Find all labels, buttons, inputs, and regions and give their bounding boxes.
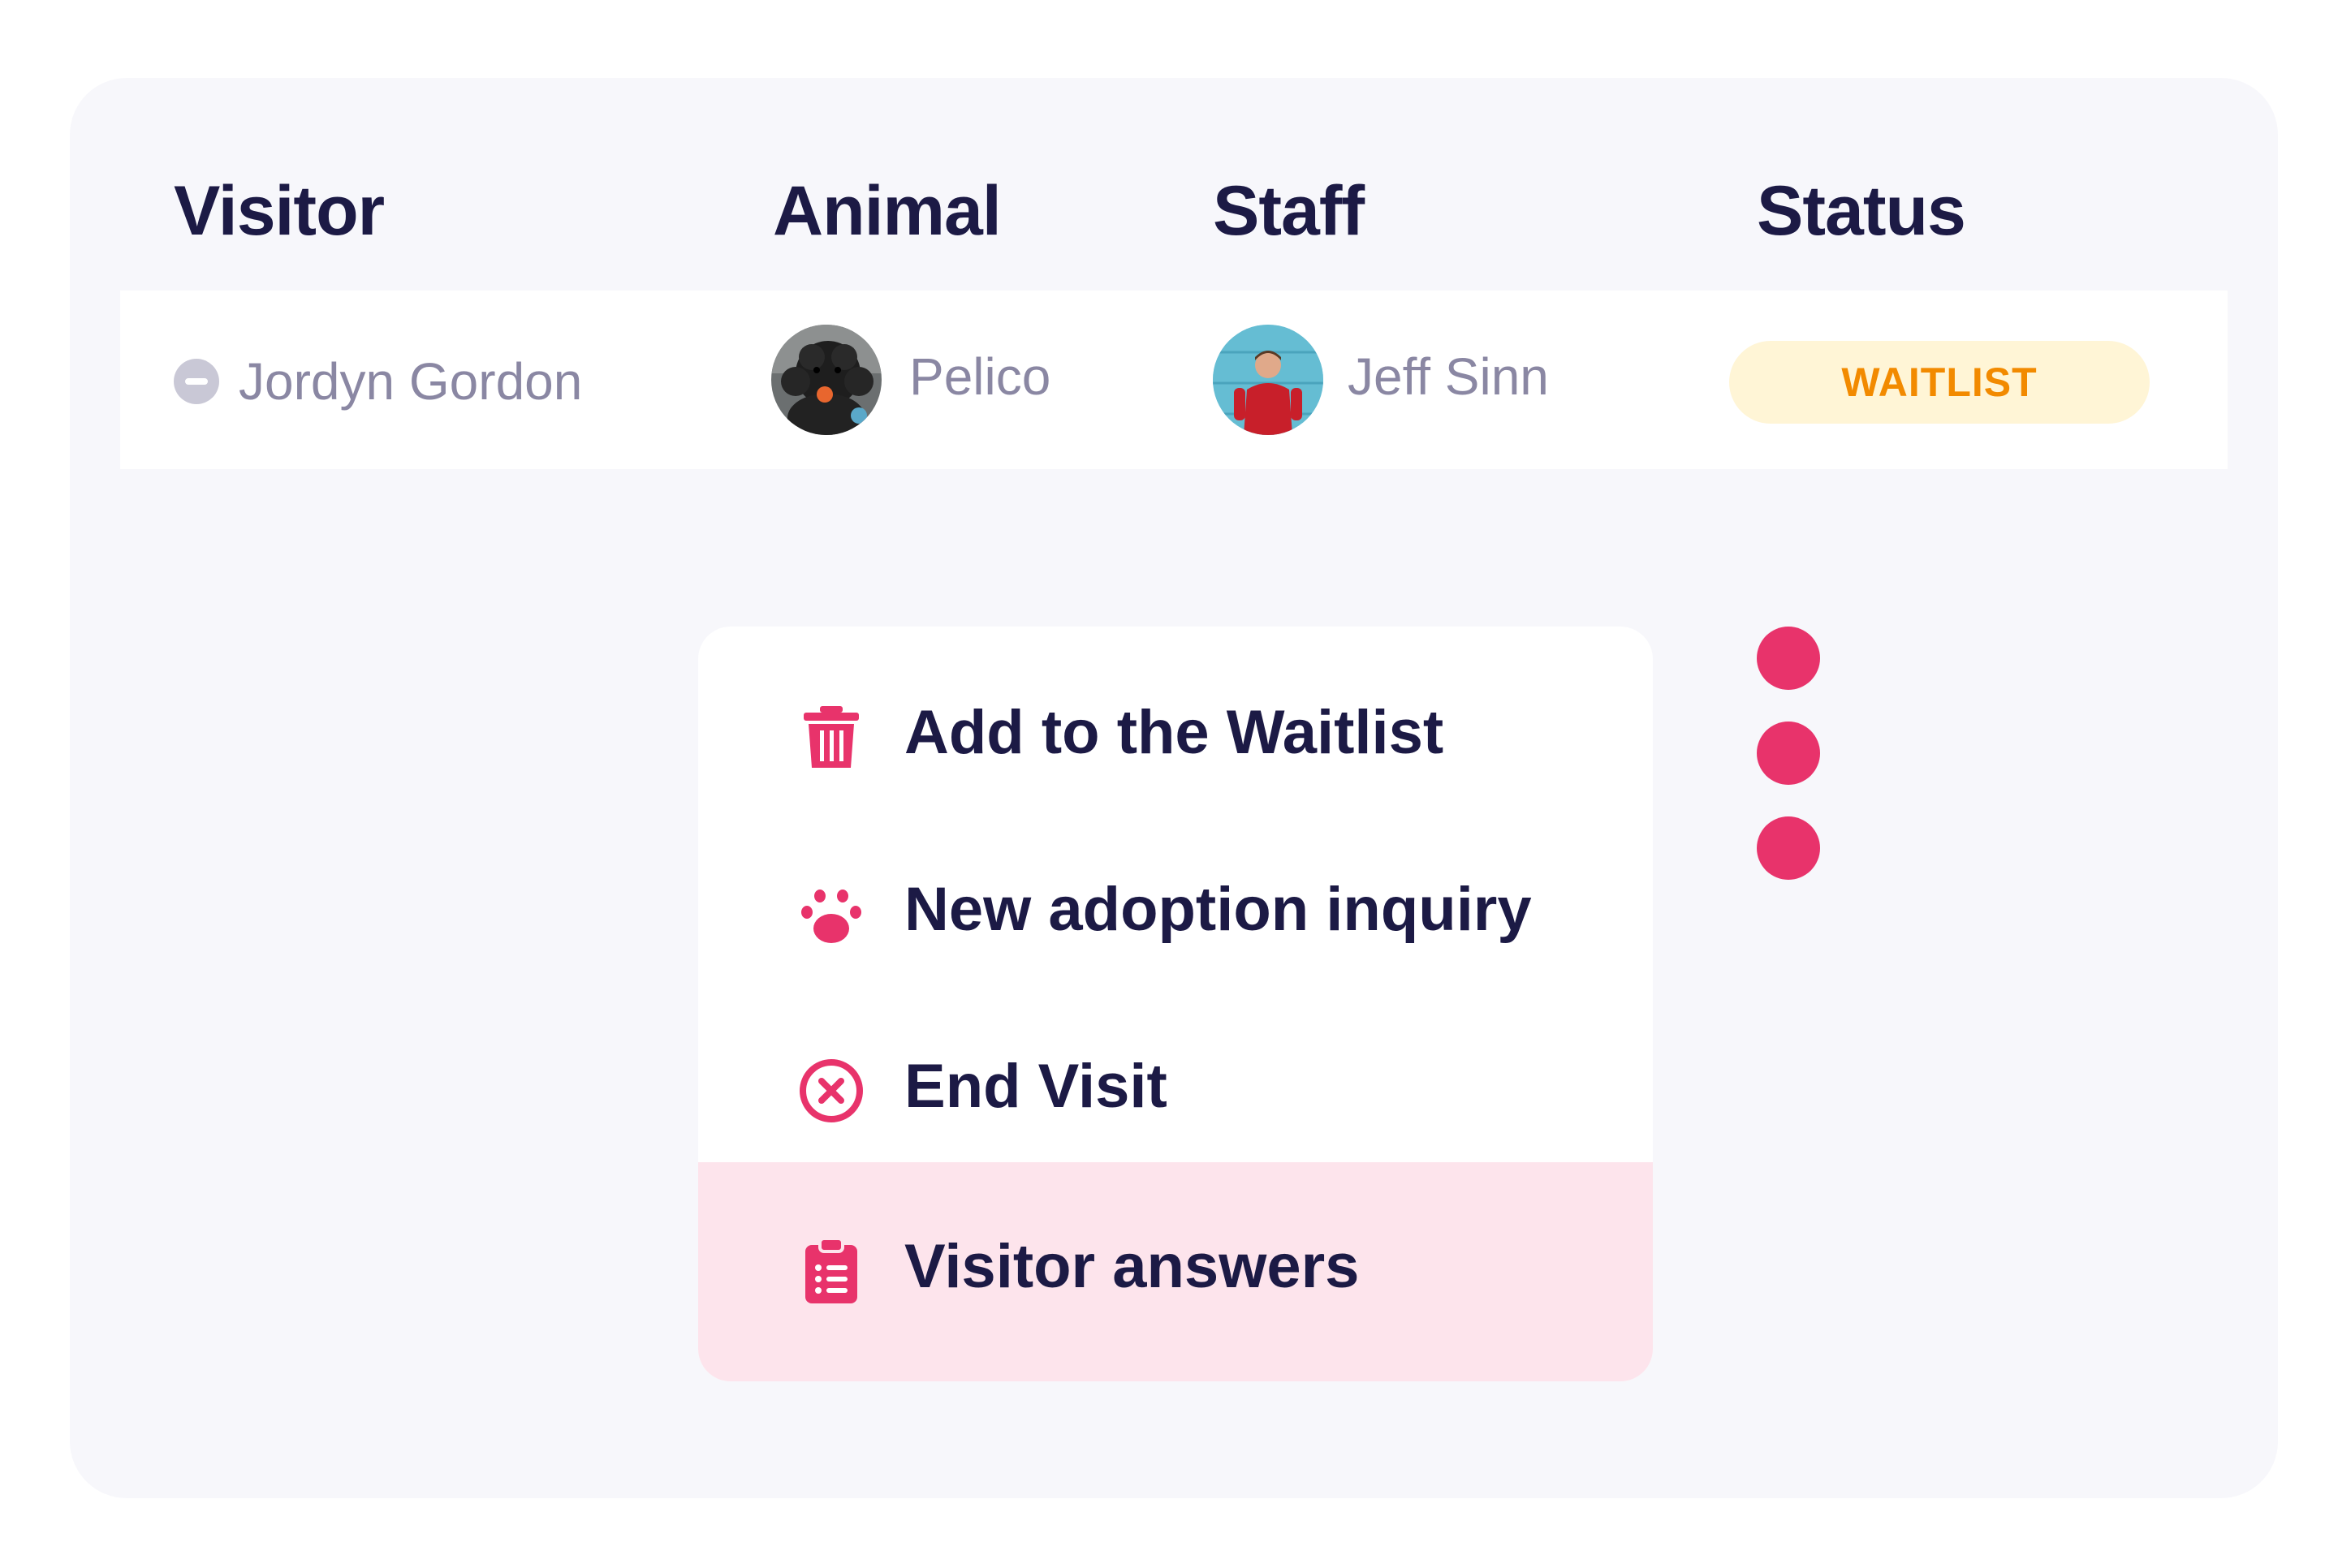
menu-item-label: Visitor answers	[904, 1232, 1360, 1301]
menu-item-label: End Visit	[904, 1052, 1167, 1121]
column-header-status[interactable]: Status	[1757, 170, 1966, 252]
menu-item-label: Add to the Waitlist	[904, 698, 1444, 767]
more-dot-icon	[1757, 816, 1820, 880]
visitor-name[interactable]: Jordyn Gordon	[239, 349, 582, 414]
animal-name[interactable]: Pelico	[909, 344, 1050, 409]
actions-menu: Add to the Waitlist New adoption inquiry…	[698, 627, 1653, 1381]
animal-avatar	[771, 325, 882, 435]
more-dot-icon	[1757, 722, 1820, 785]
status-badge[interactable]: WAITLIST	[1729, 341, 2150, 424]
menu-item-label: New adoption inquiry	[904, 875, 1532, 944]
staff-avatar	[1213, 325, 1323, 435]
menu-item-add-to-waitlist[interactable]: Add to the Waitlist	[698, 627, 1653, 803]
minus-circle-icon[interactable]	[174, 359, 219, 404]
staff-name[interactable]: Jeff Sinn	[1348, 344, 1549, 409]
column-header-visitor[interactable]: Visitor	[174, 170, 385, 252]
menu-item-visitor-answers[interactable]: Visitor answers	[698, 1162, 1653, 1381]
close-circle-icon	[800, 1059, 863, 1122]
trash-icon	[804, 706, 859, 768]
menu-item-new-adoption-inquiry[interactable]: New adoption inquiry	[698, 803, 1653, 980]
menu-item-end-visit[interactable]: End Visit	[698, 980, 1653, 1157]
column-header-animal[interactable]: Animal	[773, 170, 1002, 252]
clipboard-list-icon	[805, 1237, 857, 1303]
column-header-staff[interactable]: Staff	[1213, 170, 1365, 252]
more-dot-icon	[1757, 627, 1820, 690]
paw-icon	[801, 890, 861, 943]
